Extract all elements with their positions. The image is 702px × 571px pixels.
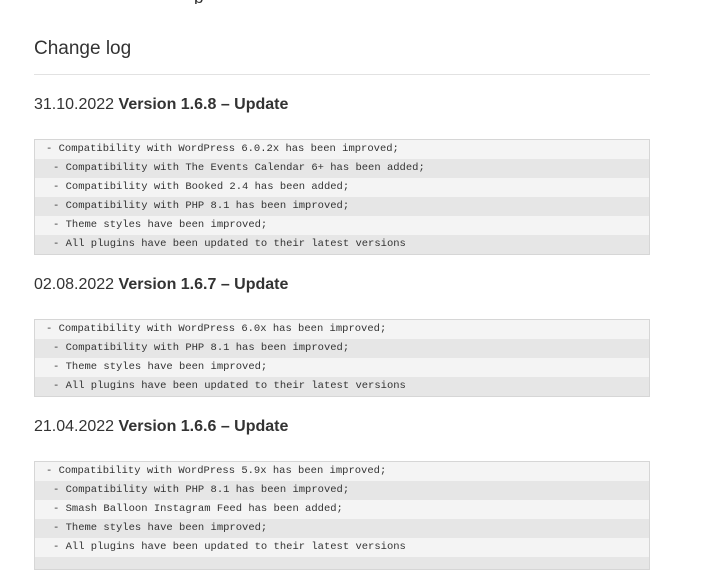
version-heading-1-6-6: 21.04.2022 Version 1.6.6 – Update	[34, 418, 288, 436]
changelog-entry: - Compatibility with WordPress 5.9x has …	[46, 465, 387, 477]
changelog-list-1-6-8: - Compatibility with WordPress 6.0.2x ha…	[34, 139, 650, 255]
version-title: Version 1.6.7 – Update	[118, 276, 289, 293]
changelog-entry: - Theme styles have been improved;	[35, 519, 649, 538]
changelog-entry: - Compatibility with WordPress 6.0x has …	[46, 323, 387, 335]
clipped-previous-text: p	[34, 0, 650, 4]
heading-divider	[34, 74, 650, 75]
changelog-heading: Change log	[34, 38, 132, 59]
changelog-entry: - Smash Balloon Instagram Feed has been …	[53, 503, 343, 515]
changelog-entry: - All plugins have been updated to their…	[35, 377, 649, 396]
changelog-list-1-6-7: - Compatibility with WordPress 6.0x has …	[34, 319, 650, 397]
changelog-entry: - Compatibility with WordPress 6.0.2x ha…	[46, 143, 399, 155]
changelog-entry: - Theme styles have been improved;	[53, 219, 268, 231]
version-date: 21.04.2022	[34, 418, 115, 435]
version-heading-1-6-8: 31.10.2022 Version 1.6.8 – Update	[34, 96, 288, 114]
clipped-text-fragment: p	[194, 0, 203, 4]
changelog-entry: - Compatibility with PHP 8.1 has been im…	[35, 339, 649, 358]
changelog-blank-row	[35, 557, 649, 569]
version-date: 31.10.2022	[34, 96, 115, 113]
changelog-entry: - Compatibility with Booked 2.4 has been…	[53, 181, 350, 193]
version-heading-1-6-7: 02.08.2022 Version 1.6.7 – Update	[34, 276, 288, 294]
changelog-entry: - All plugins have been updated to their…	[53, 541, 406, 553]
changelog-entry: - All plugins have been updated to their…	[35, 235, 649, 254]
version-date: 02.08.2022	[34, 276, 115, 293]
changelog-entry: - Compatibility with The Events Calendar…	[35, 159, 649, 178]
changelog-list-1-6-6: - Compatibility with WordPress 5.9x has …	[34, 461, 650, 570]
changelog-entry: - Theme styles have been improved;	[53, 361, 268, 373]
version-title: Version 1.6.6 – Update	[118, 418, 289, 435]
changelog-entry: - Compatibility with PHP 8.1 has been im…	[35, 481, 649, 500]
version-title: Version 1.6.8 – Update	[118, 96, 289, 113]
changelog-entry: - Compatibility with PHP 8.1 has been im…	[35, 197, 649, 216]
